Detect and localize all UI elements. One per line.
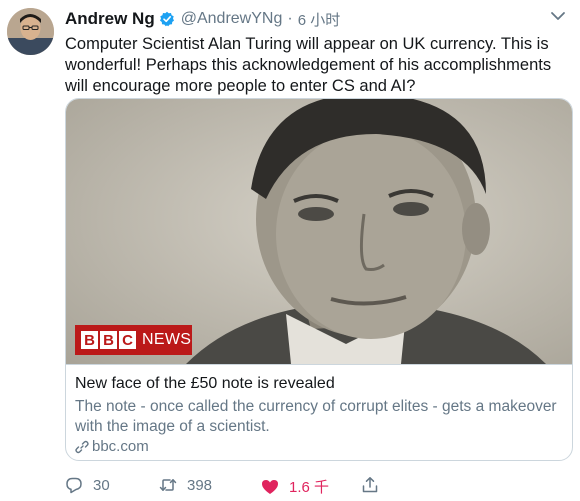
avatar[interactable] xyxy=(7,8,54,55)
card-body[interactable]: New face of the £50 note is revealed The… xyxy=(66,364,572,460)
bbc-logo-letter: B xyxy=(100,331,117,349)
bbc-logo-letter: B xyxy=(81,331,98,349)
separator-dot: · xyxy=(287,10,293,27)
retweet-button[interactable]: 398 xyxy=(159,476,212,494)
like-count: 1.6 千 xyxy=(289,479,330,496)
tweet-header: Andrew Ng @AndrewYNg · 6 小时 xyxy=(65,9,340,29)
card-image: B B C NEWS xyxy=(66,99,572,364)
card-link-domain: bbc.com xyxy=(92,438,149,455)
card-description: The note - once called the currency of c… xyxy=(75,398,557,435)
bbc-logo-news: NEWS xyxy=(142,331,192,348)
reply-count: 30 xyxy=(93,476,110,494)
tweet-text: Computer Scientist Alan Turing will appe… xyxy=(65,35,552,95)
timestamp[interactable]: 6 小时 xyxy=(298,9,341,30)
reply-button[interactable]: 30 xyxy=(65,476,110,494)
verified-badge-icon xyxy=(159,11,174,27)
chevron-down-icon[interactable] xyxy=(550,10,566,22)
tweet-actions: 30 398 1.6 千 xyxy=(65,476,565,496)
author-handle[interactable]: @AndrewYNg xyxy=(181,10,283,28)
retweet-count: 398 xyxy=(187,476,213,494)
tweet[interactable]: Andrew Ng @AndrewYNg · 6 小时 Computer Sci… xyxy=(0,0,580,501)
heart-icon xyxy=(262,479,278,494)
like-button[interactable]: 1.6 千 xyxy=(261,476,329,497)
card-link[interactable]: bbc.com xyxy=(75,438,149,455)
bbc-logo-letter: C xyxy=(119,331,136,349)
card-title[interactable]: New face of the £50 note is revealed xyxy=(75,375,335,393)
bbc-news-logo: B B C NEWS xyxy=(75,325,192,355)
retweet-icon xyxy=(159,479,177,491)
share-button[interactable] xyxy=(361,476,379,494)
link-card[interactable]: B B C NEWS New face of the £50 note is r… xyxy=(65,98,573,461)
link-icon xyxy=(75,440,89,453)
author-name[interactable]: Andrew Ng xyxy=(65,9,155,29)
reply-icon xyxy=(66,477,82,494)
share-icon xyxy=(362,477,378,493)
